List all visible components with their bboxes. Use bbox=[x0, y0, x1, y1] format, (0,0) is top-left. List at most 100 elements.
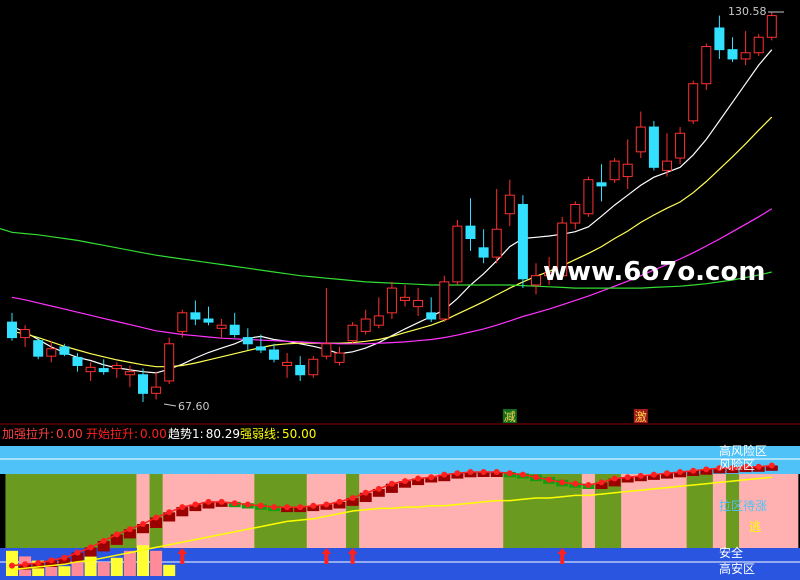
zone-column bbox=[529, 474, 543, 548]
trend-dot bbox=[611, 475, 618, 482]
zone-column bbox=[228, 474, 242, 548]
trend-dot bbox=[519, 471, 526, 478]
zone-column bbox=[254, 474, 268, 548]
zone-column bbox=[490, 474, 504, 548]
candle-body bbox=[504, 194, 515, 215]
candle-body bbox=[177, 312, 188, 332]
candle-body bbox=[465, 225, 476, 240]
candle-body bbox=[635, 126, 646, 153]
zone-column bbox=[699, 474, 714, 548]
trend-dot bbox=[664, 470, 670, 477]
candle-body bbox=[622, 163, 633, 178]
zone-column bbox=[319, 474, 334, 548]
trend-dot bbox=[231, 500, 238, 507]
candle-body bbox=[98, 368, 109, 373]
candle-body bbox=[164, 343, 175, 382]
trend-dot bbox=[428, 474, 435, 481]
trend-dot bbox=[375, 485, 382, 492]
candle-body bbox=[609, 160, 620, 181]
trend-dot bbox=[349, 495, 356, 501]
trend-dot bbox=[585, 482, 592, 488]
trend-dot bbox=[140, 521, 146, 527]
trend-dot bbox=[113, 531, 120, 538]
candle-body bbox=[151, 386, 162, 394]
trend-dot bbox=[441, 471, 448, 478]
candle-body bbox=[386, 287, 397, 314]
trend-dot bbox=[323, 501, 330, 508]
candle bbox=[766, 12, 777, 41]
candle-body bbox=[478, 247, 489, 258]
candle-body bbox=[321, 343, 332, 357]
candle-body bbox=[753, 36, 764, 54]
candle bbox=[609, 158, 620, 183]
trend-dot bbox=[35, 560, 42, 566]
trend-dot bbox=[205, 498, 212, 505]
zone-column bbox=[516, 474, 530, 548]
candle-body bbox=[740, 52, 751, 60]
zone-column bbox=[660, 474, 674, 548]
candle-body bbox=[413, 299, 424, 308]
candle-body bbox=[688, 83, 699, 122]
candle-body bbox=[308, 358, 319, 376]
zone-column bbox=[450, 474, 465, 548]
trend-dot bbox=[572, 480, 579, 487]
candle bbox=[164, 337, 175, 385]
trend-dot bbox=[690, 467, 697, 474]
trend-dot bbox=[506, 470, 513, 477]
signal-marker: 激 bbox=[635, 410, 647, 424]
candle-body bbox=[727, 49, 738, 60]
trend-dot bbox=[637, 472, 644, 479]
indicator-item-start: 开始拉升: 0.00 bbox=[86, 426, 167, 441]
candle-body bbox=[648, 126, 659, 168]
trend-dot bbox=[533, 474, 539, 481]
candle bbox=[439, 275, 450, 323]
trend-dot bbox=[703, 466, 710, 473]
indicator-item-boost: 加强拉升: 0.00 bbox=[2, 426, 83, 441]
trend-dot bbox=[153, 514, 160, 521]
candle-body bbox=[714, 27, 725, 51]
candle bbox=[517, 195, 528, 289]
zone-column bbox=[765, 474, 779, 548]
zone-column bbox=[437, 474, 452, 548]
candle-body bbox=[242, 337, 253, 345]
zone-label-high-risk: 高风险区 bbox=[719, 443, 767, 458]
trend-dot bbox=[467, 469, 474, 475]
trend-dot bbox=[624, 474, 631, 481]
trend-dot bbox=[87, 544, 94, 551]
trend-dot bbox=[336, 498, 343, 505]
candle bbox=[583, 176, 594, 217]
trend-dot bbox=[61, 554, 68, 561]
candle bbox=[753, 34, 764, 56]
candle-body bbox=[7, 321, 17, 339]
candle bbox=[648, 120, 659, 171]
trend-dot bbox=[166, 509, 173, 516]
low-bar bbox=[58, 566, 71, 576]
trend-dot bbox=[74, 549, 81, 556]
zone-column bbox=[18, 474, 33, 548]
signal-marker: 减 bbox=[504, 410, 516, 424]
zone-column bbox=[136, 474, 150, 548]
candle-body bbox=[282, 361, 293, 366]
zone-column bbox=[215, 474, 229, 548]
candle-body bbox=[583, 179, 594, 215]
zone-column bbox=[44, 474, 59, 548]
candle-body bbox=[72, 356, 83, 366]
zone-label-risk: 风险区 bbox=[719, 457, 755, 472]
candle-body bbox=[517, 203, 528, 280]
trend-dot bbox=[257, 502, 264, 509]
candle-body bbox=[570, 203, 581, 224]
trend-dot bbox=[100, 537, 107, 544]
watermark: www.6o7o.com bbox=[543, 257, 765, 287]
candle-body bbox=[360, 318, 371, 332]
trend-dot bbox=[402, 478, 408, 485]
zone-column bbox=[542, 474, 557, 548]
zone-column bbox=[634, 474, 648, 548]
candle-body bbox=[662, 160, 672, 171]
zone-column bbox=[503, 474, 517, 548]
zone-column bbox=[5, 474, 19, 548]
candle-body bbox=[347, 324, 358, 342]
low-bar bbox=[123, 550, 136, 576]
trend-dot bbox=[218, 498, 225, 505]
candle-body bbox=[295, 364, 306, 376]
zone-column bbox=[778, 474, 799, 548]
